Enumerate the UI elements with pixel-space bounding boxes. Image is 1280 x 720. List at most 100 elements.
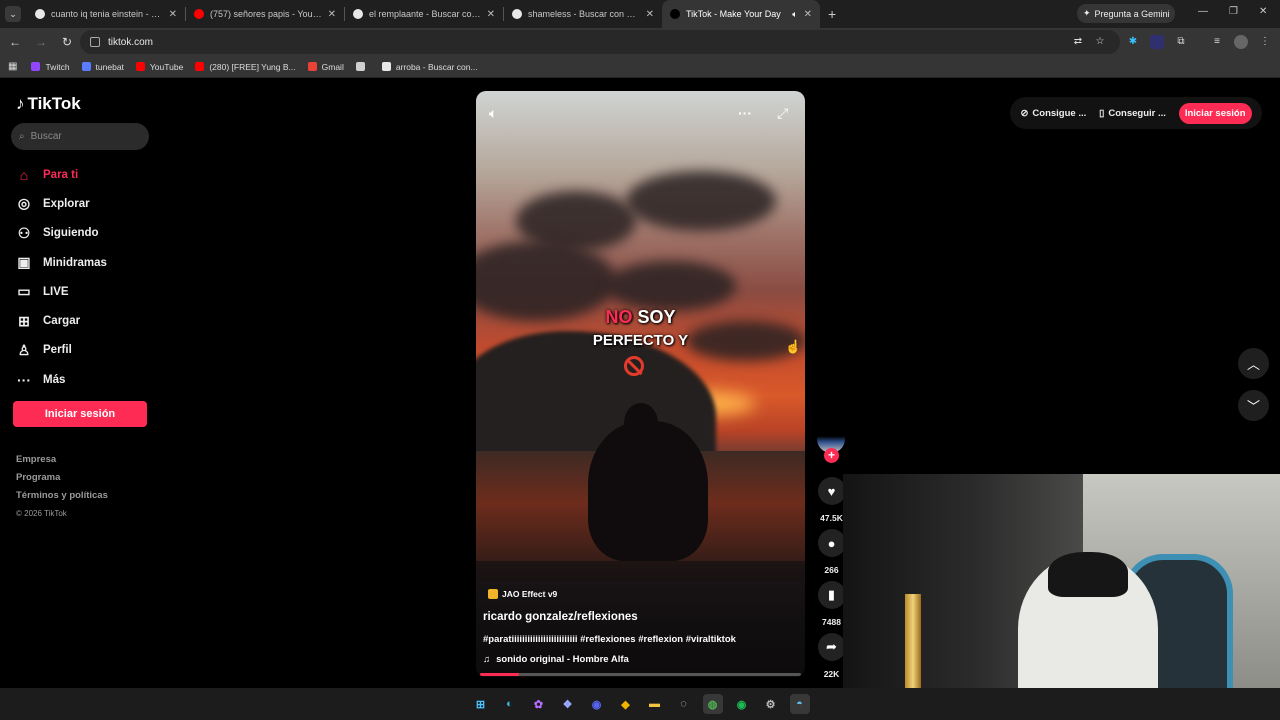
app-icon[interactable]: ❖ (558, 694, 578, 714)
next-video-button[interactable]: ﹀ (1238, 390, 1269, 421)
app-circle-icon[interactable]: ◌ (674, 694, 694, 714)
sidebar-item-live[interactable]: ▭ LIVE (16, 277, 156, 306)
extension-icon[interactable]: ✱ (1126, 35, 1140, 49)
phone-icon: ▯ (1099, 107, 1105, 119)
restore-button[interactable]: ❐ (1229, 6, 1238, 17)
tab-close-icon[interactable]: ✕ (646, 9, 654, 20)
video-caption-line2: PERFECTO Y (592, 332, 689, 349)
browser-menu-icon[interactable]: ⋮ (1258, 35, 1272, 49)
prohibited-icon (624, 356, 644, 376)
site-info-icon[interactable] (90, 37, 100, 47)
sidebar-login-button[interactable]: Iniciar sesión (13, 401, 147, 427)
bookmark-favicon-icon (195, 62, 205, 71)
compass-icon: ◎ (17, 195, 31, 212)
tiktok-logo[interactable]: ♪ TikTok (16, 94, 81, 114)
tab-close-icon[interactable]: ✕ (328, 9, 336, 20)
file-explorer-icon[interactable]: ▬ (645, 694, 665, 714)
tab-search-button[interactable]: ⌄ (5, 6, 21, 22)
spotify-icon[interactable]: ◉ (732, 694, 752, 714)
bookmark-item[interactable]: Gmail (307, 61, 344, 72)
extensions-puzzle-icon[interactable]: ⧉ (1174, 35, 1188, 49)
browser-tab[interactable]: (757) señores papis - YouTube ✕ (186, 0, 344, 28)
video-player[interactable]: 🔈︎ ··· ⤢ NO SOY PERFECTO Y JAO Effect v9… (476, 91, 805, 677)
search-input[interactable] (30, 131, 131, 142)
new-tab-button[interactable]: + (828, 6, 836, 22)
bookmark-label: (280) [FREE] Yung B... (209, 61, 296, 72)
steam-icon[interactable]: ◓ (789, 694, 810, 714)
sidebar-item-para-ti[interactable]: ⌂ Para ti (16, 160, 156, 189)
start-icon[interactable]: ⊞ (471, 694, 491, 714)
browser-tab[interactable]: cuanto iq tenia einstein - Busca ✕ (27, 0, 185, 28)
copilot-icon[interactable]: ✿ (529, 694, 549, 714)
bookmark-item[interactable]: tunebat (81, 61, 124, 72)
minimize-button[interactable]: — (1198, 6, 1208, 17)
footer-link-empresa[interactable]: Empresa (16, 454, 108, 472)
tab-title: el remplaante - Buscar con Goo (369, 9, 481, 19)
get-app-button[interactable]: ▯ Conseguir ... (1099, 108, 1166, 119)
settings-icon[interactable]: ⚙ (761, 694, 781, 714)
video-progress-fill (480, 673, 519, 676)
gemini-button[interactable]: ✦ Pregunta a Gemini (1077, 4, 1175, 23)
browser-tab[interactable]: shameless - Buscar con Google ✕ (504, 0, 662, 28)
browser-tab[interactable]: TikTok - Make Your Day 🔈︎ ✕ (662, 0, 820, 28)
sidebar-item-siguiendo[interactable]: ⚇ Siguiendo (16, 219, 156, 248)
more-options-icon[interactable]: ··· (738, 105, 752, 121)
address-bar[interactable]: tiktok.com (80, 30, 1120, 54)
media-control-icon[interactable]: ≡ (1210, 35, 1224, 49)
video-sound[interactable]: ♫ sonido original - Hombre Alfa (483, 654, 629, 665)
coin-icon: ⊘ (1020, 107, 1029, 119)
browser-tab[interactable]: el remplaante - Buscar con Goo ✕ (345, 0, 503, 28)
bookmark-item[interactable]: (280) [FREE] Yung B... (195, 61, 296, 72)
discord-icon[interactable]: ◉ (587, 694, 607, 714)
volume-icon[interactable]: 🔈︎ (489, 105, 497, 122)
chrome-icon[interactable]: ◍ (702, 694, 723, 714)
bookmark-item[interactable]: YouTube (135, 62, 183, 72)
tab-close-icon[interactable]: ✕ (804, 9, 812, 20)
edge-icon[interactable]: ◐ (500, 694, 520, 714)
previous-video-button[interactable]: ︿ (1238, 348, 1269, 379)
sidebar-item-más[interactable]: ··· Más (16, 365, 156, 394)
footer-link-programa[interactable]: Programa (16, 472, 108, 490)
bookmark-label: Gmail (321, 61, 344, 72)
profile-avatar[interactable] (1234, 35, 1248, 49)
header-login-button[interactable]: Iniciar sesión (1178, 102, 1252, 124)
tab-close-icon[interactable]: ✕ (169, 9, 177, 20)
bookmark-item[interactable] (355, 62, 370, 71)
reload-button[interactable]: ↻ (56, 35, 78, 49)
sidebar-item-explorar[interactable]: ◎ Explorar (16, 189, 156, 218)
apps-grid-icon[interactable]: ▦ (8, 61, 17, 72)
forward-button[interactable]: → (30, 35, 52, 49)
sidebar-item-minidramas[interactable]: ▣ Minidramas (16, 248, 156, 277)
bookmark-label: arroba - Buscar con... (395, 61, 478, 72)
video-progress-bar[interactable] (480, 673, 801, 676)
video-hashtags[interactable]: #paratiiiiiiiiiiiiiiiiiiiiiiiii #reflexi… (483, 634, 736, 645)
app-shield-icon[interactable]: ◆ (616, 694, 636, 714)
sidebar-item-perfil[interactable]: ♙ Perfil (16, 336, 156, 365)
tab-close-icon[interactable]: ✕ (487, 9, 495, 20)
extension-icon-2[interactable] (1150, 35, 1164, 49)
sidebar-item-cargar[interactable]: ⊞ Cargar (16, 306, 156, 335)
footer-link-terminos[interactable]: Términos y políticas (16, 490, 108, 508)
bookmark-item[interactable]: arroba - Buscar con... (381, 61, 478, 72)
heart-icon: ♥ (817, 477, 846, 505)
bookmark-star-icon[interactable]: ☆ (1093, 35, 1107, 49)
get-coins-button[interactable]: ⊘ Consigue ... (1020, 108, 1086, 119)
tab-title: shameless - Buscar con Google (528, 9, 640, 19)
sidebar-footer: Empresa Programa Términos y políticas © … (16, 454, 108, 527)
tiktok-page: ♪TikTok ⌕ ⌂ Para ti ◎ Explorar ⚇ Siguiendo ▣ Mi… (0, 81, 1280, 689)
effect-tag[interactable]: JAO Effect v9 (488, 589, 557, 599)
close-window-button[interactable]: ✕ (1259, 6, 1267, 17)
tab-audio-icon[interactable]: 🔈︎ (792, 9, 797, 20)
video-author[interactable]: ricardo gonzalez/reflexiones (483, 611, 638, 623)
bookmark-item[interactable]: Twitch (31, 62, 70, 72)
tab-title: TikTok - Make Your Day (686, 9, 781, 19)
bookmark-label: tunebat (95, 61, 124, 72)
translate-icon[interactable]: ⇄ (1071, 35, 1085, 49)
sidebar-item-label: Siguiendo (43, 227, 99, 240)
bookmark-favicon-icon (307, 62, 317, 71)
back-button[interactable]: ← (4, 35, 26, 49)
comment-icon: ● (817, 529, 846, 557)
sidebar-item-label: Minidramas (43, 256, 107, 269)
fullscreen-icon[interactable]: ⤢ (777, 105, 788, 122)
follow-button[interactable]: + (824, 448, 839, 463)
